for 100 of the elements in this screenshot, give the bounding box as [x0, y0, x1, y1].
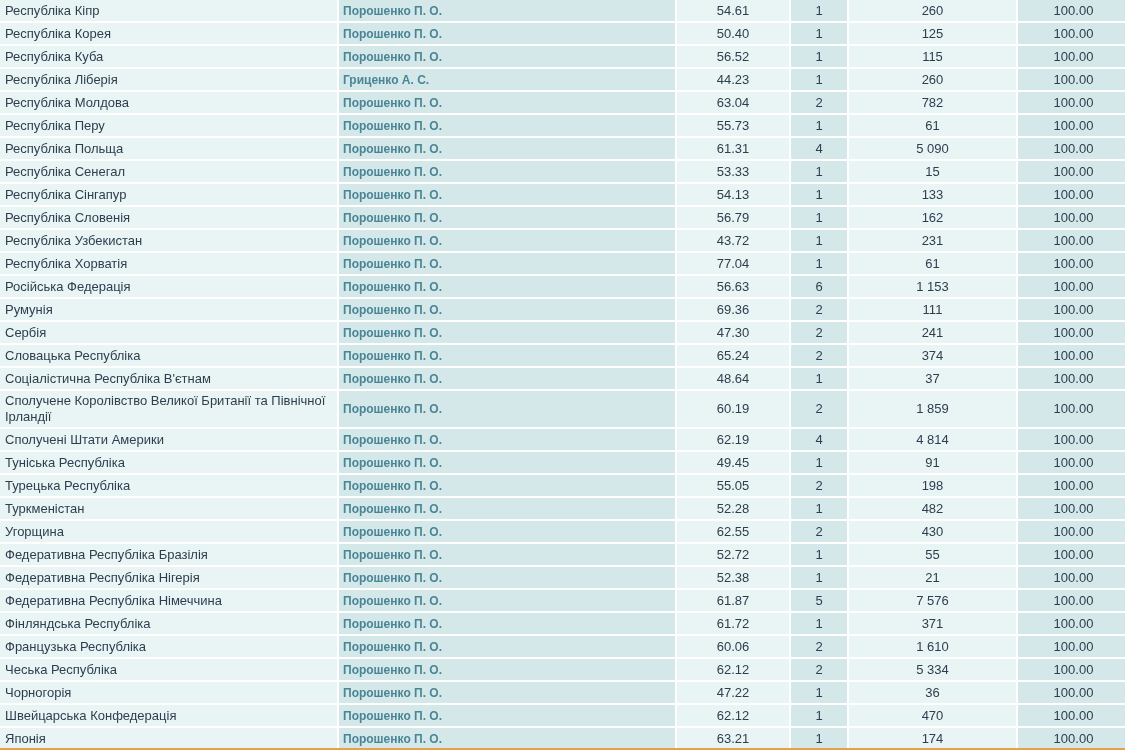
turnout-cell: 60.19: [677, 391, 789, 427]
votes-cell: 470: [849, 705, 1016, 726]
percent-cell: 100.00: [1018, 92, 1125, 113]
country-cell: Федеративна Республіка Німеччина: [0, 590, 337, 611]
count-cell: 1: [791, 184, 847, 205]
votes-cell: 1 610: [849, 636, 1016, 657]
country-cell: Турецька Республіка: [0, 475, 337, 496]
votes-cell: 5 334: [849, 659, 1016, 680]
votes-cell: 115: [849, 46, 1016, 67]
count-cell: 2: [791, 322, 847, 343]
count-cell: 1: [791, 452, 847, 473]
count-cell: 1: [791, 207, 847, 228]
votes-cell: 482: [849, 498, 1016, 519]
country-cell: Російська Федерація: [0, 276, 337, 297]
country-cell: Сполучене Королівство Великої Британії та Північної Ірландії: [0, 391, 337, 427]
turnout-cell: 62.12: [677, 705, 789, 726]
turnout-cell: 62.12: [677, 659, 789, 680]
votes-cell: 37: [849, 368, 1016, 389]
turnout-cell: 63.04: [677, 92, 789, 113]
votes-cell: 55: [849, 544, 1016, 565]
percent-cell: 100.00: [1018, 544, 1125, 565]
percent-cell: 100.00: [1018, 498, 1125, 519]
percent-cell: 100.00: [1018, 276, 1125, 297]
votes-cell: 21: [849, 567, 1016, 588]
candidate-cell: Порошенко П. О.: [339, 544, 675, 565]
percent-cell: 100.00: [1018, 391, 1125, 427]
country-cell: Республіка Куба: [0, 46, 337, 67]
turnout-cell: 69.36: [677, 299, 789, 320]
turnout-cell: 44.23: [677, 69, 789, 90]
percent-cell: 100.00: [1018, 69, 1125, 90]
turnout-cell: 43.72: [677, 230, 789, 251]
percent-cell: 100.00: [1018, 368, 1125, 389]
candidate-cell: Гриценко А. С.: [339, 69, 675, 90]
country-cell: Чеська Республіка: [0, 659, 337, 680]
count-cell: 2: [791, 391, 847, 427]
turnout-cell: 63.21: [677, 728, 789, 749]
votes-cell: 7 576: [849, 590, 1016, 611]
turnout-cell: 56.52: [677, 46, 789, 67]
count-cell: 1: [791, 161, 847, 182]
turnout-cell: 62.55: [677, 521, 789, 542]
percent-cell: 100.00: [1018, 184, 1125, 205]
turnout-cell: 56.79: [677, 207, 789, 228]
turnout-cell: 48.64: [677, 368, 789, 389]
votes-cell: 125: [849, 23, 1016, 44]
country-cell: Чорногорія: [0, 682, 337, 703]
count-cell: 4: [791, 429, 847, 450]
percent-cell: 100.00: [1018, 567, 1125, 588]
candidate-cell: Порошенко П. О.: [339, 299, 675, 320]
percent-cell: 100.00: [1018, 0, 1125, 21]
votes-cell: 430: [849, 521, 1016, 542]
count-cell: 1: [791, 567, 847, 588]
count-cell: 6: [791, 276, 847, 297]
country-cell: Румунія: [0, 299, 337, 320]
votes-cell: 241: [849, 322, 1016, 343]
percent-cell: 100.00: [1018, 429, 1125, 450]
country-cell: Республіка Сенегал: [0, 161, 337, 182]
percent-cell: 100.00: [1018, 521, 1125, 542]
count-cell: 1: [791, 230, 847, 251]
country-cell: Республіка Корея: [0, 23, 337, 44]
count-cell: 1: [791, 23, 847, 44]
candidate-cell: Порошенко П. О.: [339, 682, 675, 703]
count-cell: 1: [791, 682, 847, 703]
country-cell: Туніська Республіка: [0, 452, 337, 473]
candidate-cell: Порошенко П. О.: [339, 345, 675, 366]
turnout-cell: 54.13: [677, 184, 789, 205]
percent-cell: 100.00: [1018, 23, 1125, 44]
candidate-cell: Порошенко П. О.: [339, 391, 675, 427]
count-cell: 2: [791, 521, 847, 542]
votes-cell: 133: [849, 184, 1016, 205]
percent-cell: 100.00: [1018, 253, 1125, 274]
percent-cell: 100.00: [1018, 46, 1125, 67]
count-cell: 1: [791, 705, 847, 726]
candidate-cell: Порошенко П. О.: [339, 0, 675, 21]
country-cell: Республіка Перу: [0, 115, 337, 136]
country-cell: Республіка Словенія: [0, 207, 337, 228]
percent-cell: 100.00: [1018, 345, 1125, 366]
votes-cell: 260: [849, 0, 1016, 21]
country-cell: Сербія: [0, 322, 337, 343]
percent-cell: 100.00: [1018, 682, 1125, 703]
country-cell: Словацька Республіка: [0, 345, 337, 366]
country-cell: Республіка Хорватія: [0, 253, 337, 274]
turnout-cell: 61.72: [677, 613, 789, 634]
turnout-cell: 50.40: [677, 23, 789, 44]
country-cell: Республіка Ліберія: [0, 69, 337, 90]
candidate-cell: Порошенко П. О.: [339, 138, 675, 159]
candidate-cell: Порошенко П. О.: [339, 636, 675, 657]
candidate-cell: Порошенко П. О.: [339, 253, 675, 274]
country-cell: Федеративна Республіка Нігерія: [0, 567, 337, 588]
percent-cell: 100.00: [1018, 590, 1125, 611]
percent-cell: 100.00: [1018, 322, 1125, 343]
candidate-cell: Порошенко П. О.: [339, 567, 675, 588]
country-cell: Угорщина: [0, 521, 337, 542]
candidate-cell: Порошенко П. О.: [339, 184, 675, 205]
turnout-cell: 47.22: [677, 682, 789, 703]
candidate-cell: Порошенко П. О.: [339, 429, 675, 450]
votes-cell: 1 859: [849, 391, 1016, 427]
candidate-cell: Порошенко П. О.: [339, 230, 675, 251]
percent-cell: 100.00: [1018, 613, 1125, 634]
candidate-cell: Порошенко П. О.: [339, 728, 675, 749]
percent-cell: 100.00: [1018, 299, 1125, 320]
